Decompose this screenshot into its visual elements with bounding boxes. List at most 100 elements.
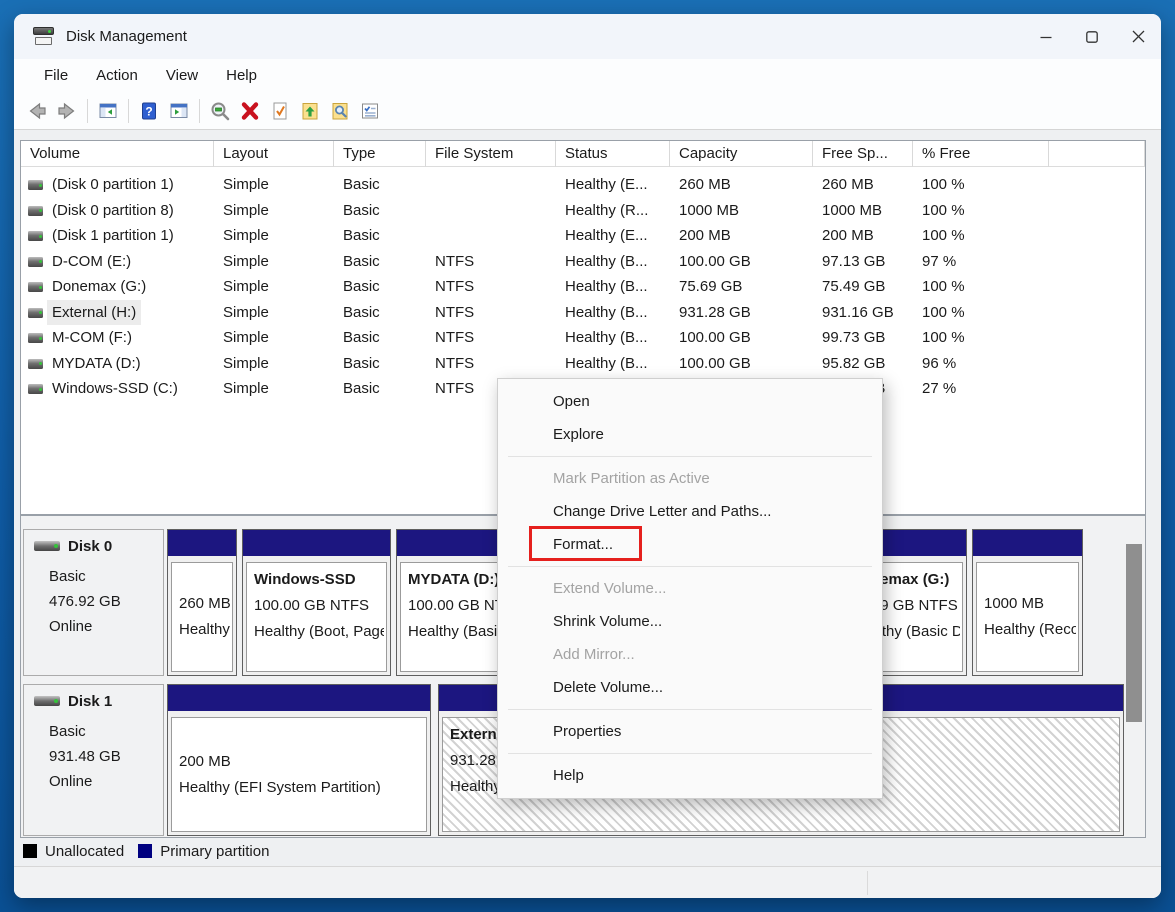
cell-pct-free: 100 % [922, 325, 965, 351]
move-up-button[interactable] [295, 97, 325, 125]
properties-button[interactable] [355, 97, 385, 125]
menu-view[interactable]: View [152, 63, 212, 90]
partition-windows-ssd[interactable]: Windows-SSD 100.00 GB NTFS Healthy (Boot… [242, 529, 391, 676]
partition-efi-260mb[interactable]: 260 MB Healthy (EFI System Partition) [167, 529, 237, 676]
disk-management-window: Disk Management File Action View Help [14, 14, 1161, 898]
partition-name: Windows-SSD [254, 567, 384, 593]
menu-item-open[interactable]: Open [498, 385, 882, 418]
volume-list-header: Volume Layout Type File System Status Ca… [21, 141, 1145, 167]
cell-layout: Simple [223, 376, 269, 402]
mark-active-button[interactable] [265, 97, 295, 125]
cell-status: Healthy (B... [565, 325, 648, 351]
disk-management-app-icon [31, 26, 56, 47]
volume-drive-icon [28, 282, 43, 292]
menu-help[interactable]: Help [212, 63, 271, 90]
legend-unallocated: Unallocated [23, 843, 124, 860]
table-row[interactable]: (Disk 0 partition 8) Simple Basic Health… [21, 198, 1145, 224]
cell-pct-free: 100 % [922, 274, 965, 300]
cell-layout: Simple [223, 274, 269, 300]
menu-item-help[interactable]: Help [498, 759, 882, 792]
cell-pct-free: 97 % [922, 249, 956, 275]
disk-1-label-panel[interactable]: Disk 1 Basic 931.48 GB Online [23, 684, 164, 836]
table-row[interactable]: MYDATA (D:) Simple Basic NTFS Healthy (B… [21, 351, 1145, 377]
toolbar-separator [128, 99, 129, 123]
cell-capacity: 931.28 GB [679, 300, 751, 326]
svg-text:?: ? [145, 105, 152, 119]
volume-name: (Disk 1 partition 1) [47, 223, 179, 249]
vertical-scrollbar-thumb[interactable] [1126, 544, 1142, 722]
help-button[interactable]: ? [134, 97, 164, 125]
cell-capacity: 100.00 GB [679, 249, 751, 275]
cell-pct-free: 100 % [922, 300, 965, 326]
disk-0-label-panel[interactable]: Disk 0 Basic 476.92 GB Online [23, 529, 164, 676]
column-header-layout[interactable]: Layout [214, 141, 334, 167]
menu-action[interactable]: Action [82, 63, 152, 90]
forward-button[interactable] [52, 97, 82, 125]
cell-free-space: 99.73 GB [822, 325, 885, 351]
cell-free-space: 75.49 GB [822, 274, 885, 300]
menu-item-explore[interactable]: Explore [498, 418, 882, 451]
column-header-type[interactable]: Type [334, 141, 426, 167]
table-row[interactable]: D-COM (E:) Simple Basic NTFS Healthy (B.… [21, 249, 1145, 275]
menu-separator [508, 709, 872, 710]
disk-kind: Basic [49, 719, 159, 744]
back-button[interactable] [22, 97, 52, 125]
cell-status: Healthy (R... [565, 198, 648, 224]
table-row[interactable]: Donemax (G:) Simple Basic NTFS Healthy (… [21, 274, 1145, 300]
column-header-volume[interactable]: Volume [21, 141, 214, 167]
volume-name: M-COM (F:) [47, 325, 137, 351]
menu-item-shrink-volume[interactable]: Shrink Volume... [498, 605, 882, 638]
maximize-icon [1085, 30, 1099, 44]
table-row-selected[interactable]: External (H:) Simple Basic NTFS Healthy … [21, 300, 1145, 326]
show-action-pane-button[interactable] [164, 97, 194, 125]
menu-item-properties[interactable]: Properties [498, 715, 882, 748]
cell-type: Basic [343, 274, 380, 300]
maximize-button[interactable] [1069, 14, 1115, 59]
cell-capacity: 75.69 GB [679, 274, 742, 300]
table-row[interactable]: M-COM (F:) Simple Basic NTFS Healthy (B.… [21, 325, 1145, 351]
volume-drive-icon [28, 359, 43, 369]
table-row[interactable]: (Disk 1 partition 1) Simple Basic Health… [21, 223, 1145, 249]
rescan-disks-button[interactable] [205, 97, 235, 125]
table-row[interactable]: (Disk 0 partition 1) Simple Basic Health… [21, 172, 1145, 198]
explore-button[interactable] [325, 97, 355, 125]
cell-file-system: NTFS [435, 274, 474, 300]
cell-free-space: 260 MB [822, 172, 874, 198]
column-header-pct-free[interactable]: % Free [913, 141, 1049, 167]
menu-item-format[interactable]: Format... [498, 528, 882, 561]
legend-primary-partition: Primary partition [138, 843, 269, 860]
column-header-capacity[interactable]: Capacity [670, 141, 813, 167]
close-button[interactable] [1115, 14, 1161, 59]
cell-type: Basic [343, 325, 380, 351]
menu-item-change-drive-letter[interactable]: Change Drive Letter and Paths... [498, 495, 882, 528]
show-console-tree-button[interactable] [93, 97, 123, 125]
disk-icon [34, 539, 60, 554]
volume-drive-icon [28, 231, 43, 241]
cell-capacity: 260 MB [679, 172, 731, 198]
column-header-free-space[interactable]: Free Sp... [813, 141, 913, 167]
column-header-status[interactable]: Status [556, 141, 670, 167]
column-header-file-system[interactable]: File System [426, 141, 556, 167]
cell-layout: Simple [223, 198, 269, 224]
cell-capacity: 100.00 GB [679, 351, 751, 377]
cell-free-space: 931.16 GB [822, 300, 894, 326]
window-title: Disk Management [66, 28, 187, 45]
legend-bar: Unallocated Primary partition [20, 838, 1146, 864]
partition-status: Healthy (EFI System Partition) [179, 775, 424, 801]
partition-color-bar [973, 530, 1082, 556]
menu-file[interactable]: File [30, 63, 82, 90]
delete-volume-button[interactable] [235, 97, 265, 125]
partition-recovery-1000mb[interactable]: 1000 MB Healthy (Recovery Partition) [972, 529, 1083, 676]
partition-size: 100.00 GB NTFS [254, 593, 384, 619]
menu-item-delete-volume[interactable]: Delete Volume... [498, 671, 882, 704]
cell-status: Healthy (B... [565, 300, 648, 326]
cell-status: Healthy (E... [565, 223, 648, 249]
volume-name: (Disk 0 partition 1) [47, 172, 179, 198]
disk-status: Online [49, 614, 159, 639]
cell-pct-free: 96 % [922, 351, 956, 377]
partition-efi-200mb[interactable]: 200 MB Healthy (EFI System Partition) [167, 684, 431, 836]
cell-file-system: NTFS [435, 249, 474, 275]
minimize-button[interactable] [1023, 14, 1069, 59]
volume-name: MYDATA (D:) [47, 351, 146, 377]
volume-drive-icon [28, 257, 43, 267]
